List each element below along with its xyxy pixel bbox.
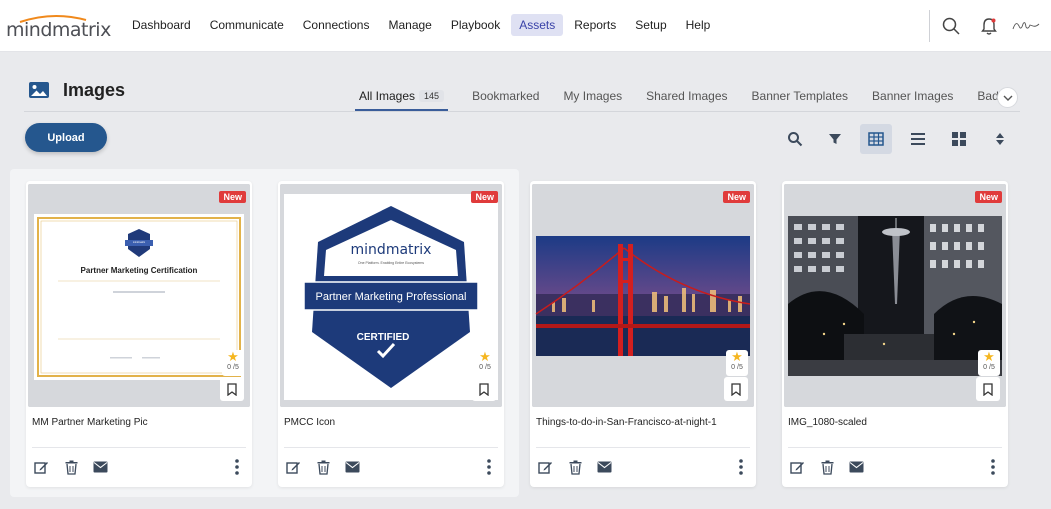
search-icon[interactable] bbox=[941, 16, 961, 36]
sort-icon[interactable] bbox=[984, 124, 1016, 154]
email-icon[interactable] bbox=[847, 458, 865, 476]
rating[interactable]: ★ 0 /5 bbox=[474, 350, 496, 376]
main-nav: Dashboard Communicate Connections Manage… bbox=[124, 14, 721, 36]
card-divider bbox=[284, 447, 498, 448]
tab-bookmarked[interactable]: Bookmarked bbox=[472, 84, 539, 111]
image-thumbnail[interactable]: mindmatrix One Platform. Enabling Entire… bbox=[280, 184, 502, 407]
nav-item-assets[interactable]: Assets bbox=[511, 14, 564, 36]
more-options-icon[interactable] bbox=[732, 458, 750, 476]
grid-view-icon[interactable] bbox=[860, 124, 892, 154]
certificate-image: mindmatrix Partner Marketing Certificati… bbox=[28, 184, 250, 407]
certification-badge-image: mindmatrix One Platform. Enabling Entire… bbox=[280, 184, 502, 407]
signature-icon[interactable] bbox=[1011, 16, 1041, 36]
email-icon[interactable] bbox=[343, 458, 361, 476]
more-options-icon[interactable] bbox=[480, 458, 498, 476]
edit-icon[interactable] bbox=[284, 458, 302, 476]
nav-item-dashboard[interactable]: Dashboard bbox=[124, 14, 199, 36]
nav-item-manage[interactable]: Manage bbox=[380, 14, 439, 36]
certificate-title: Partner Marketing Certification bbox=[81, 266, 198, 275]
chevron-down-icon[interactable] bbox=[997, 87, 1018, 108]
card-divider bbox=[788, 447, 1002, 448]
list-view-icon[interactable] bbox=[902, 124, 934, 154]
filter-icon[interactable] bbox=[819, 124, 851, 154]
rating-value: 0 /5 bbox=[731, 364, 743, 371]
badge-brand: mindmatrix bbox=[351, 242, 432, 258]
edit-icon[interactable] bbox=[788, 458, 806, 476]
bell-icon[interactable] bbox=[979, 16, 999, 36]
rating-value: 0 /5 bbox=[227, 364, 239, 371]
star-icon: ★ bbox=[227, 349, 239, 364]
star-icon: ★ bbox=[731, 349, 743, 364]
tab-count-badge: 145 bbox=[419, 90, 445, 102]
tab-my-images[interactable]: My Images bbox=[563, 84, 622, 111]
image-thumbnail[interactable]: mindmatrix Partner Marketing Certificati… bbox=[28, 184, 250, 407]
image-name[interactable]: IMG_1080-scaled bbox=[788, 417, 867, 428]
badge-status: CERTIFIED bbox=[357, 332, 410, 343]
image-card[interactable]: New ★ 0 /5 Things-to-do-in-San-Francisco… bbox=[530, 181, 756, 487]
nav-item-playbook[interactable]: Playbook bbox=[443, 14, 508, 36]
space-needle-photo bbox=[784, 184, 1006, 407]
email-icon[interactable] bbox=[595, 458, 613, 476]
rating-value: 0 /5 bbox=[479, 364, 491, 371]
rating[interactable]: ★ 0 /5 bbox=[978, 350, 1000, 376]
image-thumbnail[interactable]: New ★ 0 /5 bbox=[784, 184, 1006, 407]
image-name[interactable]: Things-to-do-in-San-Francisco-at-night-1 bbox=[536, 417, 717, 428]
image-name[interactable]: MM Partner Marketing Pic bbox=[32, 417, 148, 428]
more-options-icon[interactable] bbox=[228, 458, 246, 476]
email-icon[interactable] bbox=[91, 458, 109, 476]
star-icon: ★ bbox=[983, 349, 995, 364]
image-card[interactable]: mindmatrix One Platform. Enabling Entire… bbox=[278, 181, 504, 487]
tab-shared-images[interactable]: Shared Images bbox=[646, 84, 727, 111]
nav-divider bbox=[929, 10, 930, 42]
tab-banner-templates[interactable]: Banner Templates bbox=[752, 84, 849, 111]
edit-icon[interactable] bbox=[536, 458, 554, 476]
image-name[interactable]: PMCC Icon bbox=[284, 417, 335, 428]
nav-item-communicate[interactable]: Communicate bbox=[202, 14, 292, 36]
bookmark-icon[interactable] bbox=[220, 377, 244, 401]
edit-icon[interactable] bbox=[32, 458, 50, 476]
image-thumbnail[interactable]: New ★ 0 /5 bbox=[532, 184, 754, 407]
trash-icon[interactable] bbox=[62, 458, 80, 476]
tab-label: All Images bbox=[359, 89, 416, 103]
badge-title: Partner Marketing Professional bbox=[315, 291, 466, 303]
tab-all-images[interactable]: All Images 145 bbox=[355, 84, 449, 111]
bookmark-icon[interactable] bbox=[724, 377, 748, 401]
images-icon bbox=[28, 81, 50, 104]
image-card[interactable]: New ★ 0 /5 IMG_1080-scaled bbox=[782, 181, 1008, 487]
search-icon[interactable] bbox=[779, 124, 811, 154]
san-francisco-bridge-photo bbox=[532, 184, 754, 407]
rating[interactable]: ★ 0 /5 bbox=[222, 350, 244, 376]
card-divider bbox=[536, 447, 750, 448]
image-card[interactable]: mindmatrix Partner Marketing Certificati… bbox=[26, 181, 252, 487]
top-navigation-bar: mindmatrix Dashboard Communicate Connect… bbox=[0, 0, 1051, 52]
star-icon: ★ bbox=[479, 349, 491, 364]
new-badge: New bbox=[723, 191, 750, 203]
tabs-divider bbox=[24, 111, 1020, 112]
brand-logo[interactable]: mindmatrix bbox=[6, 13, 111, 43]
tab-banner-images[interactable]: Banner Images bbox=[872, 84, 953, 111]
nav-item-setup[interactable]: Setup bbox=[627, 14, 674, 36]
nav-item-connections[interactable]: Connections bbox=[295, 14, 378, 36]
more-options-icon[interactable] bbox=[984, 458, 1002, 476]
rating[interactable]: ★ 0 /5 bbox=[726, 350, 748, 376]
upload-button[interactable]: Upload bbox=[25, 123, 107, 152]
nav-item-help[interactable]: Help bbox=[678, 14, 719, 36]
bookmark-icon[interactable] bbox=[472, 377, 496, 401]
brand-name: mindmatrix bbox=[6, 19, 111, 41]
image-tabs: All Images 145 Bookmarked My Images Share… bbox=[355, 84, 1042, 112]
rating-value: 0 /5 bbox=[983, 364, 995, 371]
page-title: Images bbox=[63, 80, 126, 100]
new-badge: New bbox=[219, 191, 246, 203]
nav-item-reports[interactable]: Reports bbox=[566, 14, 624, 36]
new-badge: New bbox=[471, 191, 498, 203]
trash-icon[interactable] bbox=[314, 458, 332, 476]
trash-icon[interactable] bbox=[566, 458, 584, 476]
trash-icon[interactable] bbox=[818, 458, 836, 476]
tile-view-icon[interactable] bbox=[943, 124, 975, 154]
badge-tagline: One Platform. Enabling Entire Ecosystems bbox=[358, 261, 424, 265]
card-divider bbox=[32, 447, 246, 448]
bookmark-icon[interactable] bbox=[976, 377, 1000, 401]
new-badge: New bbox=[975, 191, 1002, 203]
seal-text: mindmatrix bbox=[133, 241, 146, 244]
